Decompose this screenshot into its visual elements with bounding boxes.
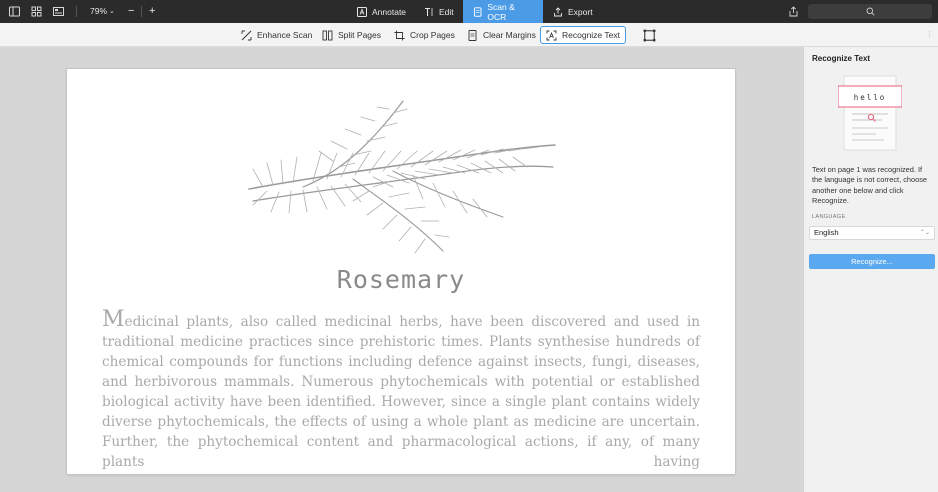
recognize-text-panel: Recognize Text hello Text on page 1 was …	[803, 47, 938, 492]
tab-export-label: Export	[568, 6, 593, 17]
search-field[interactable]	[808, 4, 932, 19]
clear-margins-label: Clear Margins	[483, 30, 536, 40]
document-body-text: Medicinal plants, also called medicinal …	[102, 309, 700, 472]
body-paragraph: edicinal plants, also called medicinal h…	[102, 314, 700, 470]
language-label: LANGUAGE	[812, 214, 846, 220]
split-pages-icon	[322, 30, 333, 40]
sidebar-toggle-icon[interactable]	[9, 6, 20, 17]
tab-annotate[interactable]: Annotate	[347, 0, 416, 23]
clear-margins-button[interactable]: Clear Margins	[462, 26, 541, 44]
rosemary-illustration	[248, 100, 556, 254]
tab-edit[interactable]: Edit	[414, 0, 464, 23]
ocr-sample-word: hello	[853, 93, 887, 102]
recognize-button[interactable]: Recognize...	[809, 254, 935, 269]
chevron-updown-icon: ⌃⌄	[919, 230, 930, 236]
tab-scan-ocr[interactable]: Scan & OCR	[463, 0, 543, 23]
scan-ocr-toolbar: Enhance Scan Split Pages Crop Pages Clea…	[0, 23, 938, 47]
crop-icon	[394, 30, 405, 40]
top-toolbar: 79% ⌄ − + Annotate Edit Scan & OCR Expor…	[0, 0, 938, 23]
scan-icon	[473, 6, 482, 17]
fit-page-button[interactable]	[638, 26, 661, 44]
zoom-out-button[interactable]: −	[128, 4, 134, 18]
recognition-status-text: Text on page 1 was recognized. If the la…	[812, 165, 928, 206]
drop-cap: M	[102, 307, 125, 332]
language-select[interactable]: English ⌃⌄	[809, 226, 935, 240]
zoom-value: 79%	[90, 6, 108, 16]
zoom-dropdown[interactable]: 79% ⌄	[90, 6, 115, 16]
clear-margins-icon	[468, 29, 477, 41]
document-canvas[interactable]: Rosemary Medicinal plants, also called m…	[0, 47, 803, 492]
tab-annotate-label: Annotate	[372, 6, 407, 17]
recognize-text-button[interactable]: Recognize Text	[540, 26, 626, 44]
tab-scan-ocr-label: Scan & OCR	[487, 1, 515, 22]
search-icon	[866, 7, 875, 16]
export-icon	[554, 6, 562, 16]
panel-title: Recognize Text	[812, 54, 871, 63]
split-pages-label: Split Pages	[338, 30, 381, 40]
tab-edit-label: Edit	[439, 6, 454, 17]
split-pages-button[interactable]: Split Pages	[317, 26, 386, 44]
document-page: Rosemary Medicinal plants, also called m…	[67, 69, 735, 474]
language-value: English	[814, 228, 839, 237]
toolbar-divider	[76, 6, 77, 17]
thumbnail-grid-icon[interactable]	[31, 6, 42, 17]
crop-pages-button[interactable]: Crop Pages	[389, 26, 460, 44]
ocr-illustration-icon	[838, 75, 902, 151]
zoom-in-button[interactable]: +	[149, 4, 155, 18]
toolbar-divider	[141, 6, 142, 17]
enhance-scan-button[interactable]: Enhance Scan	[236, 26, 317, 44]
edit-text-icon	[425, 7, 433, 16]
recognize-text-icon	[546, 30, 557, 40]
page-view-icon[interactable]	[53, 6, 64, 17]
document-title: Rosemary	[336, 265, 466, 294]
enhance-scan-label: Enhance Scan	[257, 30, 313, 40]
crop-pages-label: Crop Pages	[410, 30, 455, 40]
enhance-scan-icon	[241, 30, 252, 40]
tab-export[interactable]: Export	[543, 0, 603, 23]
share-icon[interactable]	[788, 6, 799, 17]
chevron-down-icon: ⌄	[109, 8, 115, 15]
annotate-icon	[357, 6, 367, 17]
fit-page-icon	[643, 29, 656, 41]
recognize-text-label: Recognize Text	[562, 30, 620, 40]
toolbar-handle-icon: ⋮	[926, 31, 933, 38]
